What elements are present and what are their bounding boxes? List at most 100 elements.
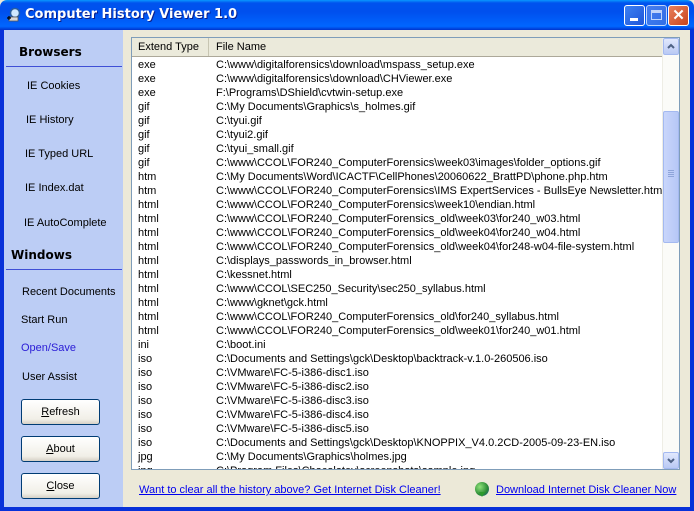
minimize-button[interactable] <box>624 5 645 26</box>
sidebar-item-ie-history[interactable]: IE History <box>26 114 74 126</box>
table-row[interactable]: gif C:\My Documents\Graphics\s_holmes.gif <box>132 100 662 114</box>
window-frame-right <box>690 30 694 511</box>
cell-extend-type: jpg <box>138 451 153 463</box>
title-bar[interactable]: Computer History Viewer 1.0 ✕ <box>0 0 694 30</box>
cell-extend-type: html <box>138 269 159 281</box>
sidebar-item-start-run[interactable]: Start Run <box>21 314 67 326</box>
cell-extend-type: html <box>138 297 159 309</box>
list-header: Extend Type File Name <box>132 38 662 57</box>
clear-history-link[interactable]: Want to clear all the history above? Get… <box>139 484 441 496</box>
table-row[interactable]: iso C:\VMware\FC-5-i386-disc2.iso <box>132 380 662 394</box>
column-header-file-name[interactable]: File Name <box>210 38 662 56</box>
table-row[interactable]: gif C:\tyui.gif <box>132 114 662 128</box>
table-row[interactable]: ini C:\boot.ini <box>132 338 662 352</box>
table-row[interactable]: html C:\www\CCOL\FOR240_ComputerForensics… <box>132 226 662 240</box>
cell-extend-type: exe <box>138 73 156 85</box>
table-row[interactable]: htm C:\www\CCOL\FOR240_ComputerForensics\… <box>132 184 662 198</box>
sidebar-item-user-assist[interactable]: User Assist <box>22 371 77 383</box>
history-list[interactable]: Extend Type File Name exe C:\www\digitalf… <box>131 37 680 470</box>
window-title: Computer History Viewer 1.0 <box>25 7 238 22</box>
table-row[interactable]: html C:\www\CCOL\FOR240_ComputerForensics… <box>132 240 662 254</box>
download-cleaner-link[interactable]: Download Internet Disk Cleaner Now <box>496 484 676 496</box>
cell-file-name: C:\My Documents\Graphics\holmes.jpg <box>216 451 407 463</box>
table-row[interactable]: html C:\displays_passwords_in_browser.htm… <box>132 254 662 268</box>
maximize-icon <box>651 10 662 20</box>
about-button[interactable]: About <box>21 436 100 462</box>
sidebar-item-ie-cookies[interactable]: IE Cookies <box>27 80 80 92</box>
cell-extend-type: html <box>138 227 159 239</box>
refresh-accel: R <box>41 406 50 418</box>
cell-extend-type: iso <box>138 409 153 421</box>
table-row[interactable]: iso C:\Documents and Settings\gck\Desktop… <box>132 352 662 366</box>
close-button[interactable]: Close <box>21 473 100 499</box>
cell-file-name: C:\www\CCOL\FOR240_ComputerForensics\wee… <box>216 157 601 169</box>
sidebar-item-ie-index-dat[interactable]: IE Index.dat <box>25 182 84 194</box>
table-row[interactable]: iso C:\VMware\FC-5-i386-disc4.iso <box>132 408 662 422</box>
table-row[interactable]: html C:\kessnet.html <box>132 268 662 282</box>
cell-extend-type: iso <box>138 381 153 393</box>
cell-file-name: C:\VMware\FC-5-i386-disc1.iso <box>216 367 369 379</box>
close-icon: ✕ <box>672 7 685 24</box>
magnifier-app-icon <box>7 7 21 22</box>
sidebar: Browsers IE Cookies IE History IE Typed … <box>4 30 123 507</box>
cell-extend-type: gif <box>138 115 150 127</box>
cell-extend-type: iso <box>138 353 153 365</box>
table-row[interactable]: iso C:\VMware\FC-5-i386-disc5.iso <box>132 422 662 436</box>
download-arrow-icon <box>479 492 485 497</box>
table-row[interactable]: html C:\www\CCOL\FOR240_ComputerForensics… <box>132 212 662 226</box>
cell-extend-type: html <box>138 255 159 267</box>
table-row[interactable]: gif C:\tyui_small.gif <box>132 142 662 156</box>
app-window: Computer History Viewer 1.0 ✕ Browsers I… <box>0 0 694 511</box>
table-row[interactable]: jpg C:\My Documents\Graphics\holmes.jpg <box>132 450 662 464</box>
table-row[interactable]: exe C:\www\digitalforensics\download\mspa… <box>132 58 662 72</box>
cell-file-name: C:\www\gknet\gck.html <box>216 297 328 309</box>
vertical-scrollbar[interactable] <box>662 38 679 469</box>
table-row[interactable]: html C:\www\CCOL\SEC250_Security\sec250_s… <box>132 282 662 296</box>
cell-file-name: C:\www\CCOL\FOR240_ComputerForensics_old… <box>216 241 635 253</box>
sidebar-item-ie-typed-url[interactable]: IE Typed URL <box>25 148 93 160</box>
sidebar-item-recent-documents[interactable]: Recent Documents <box>22 286 116 298</box>
sidebar-item-open-save[interactable]: Open/Save <box>21 342 76 354</box>
cell-extend-type: htm <box>138 171 157 183</box>
cell-file-name: C:\My Documents\Word\ICACTF\CellPhones\2… <box>216 171 608 183</box>
chevron-down-icon <box>667 458 675 464</box>
cell-file-name: C:\VMware\FC-5-i386-disc4.iso <box>216 409 369 421</box>
table-row[interactable]: gif C:\tyui2.gif <box>132 128 662 142</box>
cell-file-name: C:\www\CCOL\FOR240_ComputerForensics\IMS… <box>216 185 663 197</box>
table-row[interactable]: iso C:\Documents and Settings\gck\Desktop… <box>132 436 662 450</box>
maximize-button[interactable] <box>646 5 667 26</box>
table-row[interactable]: htm C:\My Documents\Word\ICACTF\CellPhone… <box>132 170 662 184</box>
sidebar-item-ie-autocomplete[interactable]: IE AutoComplete <box>24 217 107 229</box>
cell-extend-type: html <box>138 325 159 337</box>
cell-extend-type: gif <box>138 129 150 141</box>
cell-extend-type: iso <box>138 367 153 379</box>
table-row[interactable]: html C:\www\CCOL\FOR240_ComputerForensics… <box>132 324 662 338</box>
table-row[interactable]: html C:\www\CCOL\FOR240_ComputerForensics… <box>132 198 662 212</box>
table-row[interactable]: html C:\www\gknet\gck.html <box>132 296 662 310</box>
scroll-up-button[interactable] <box>663 38 679 55</box>
table-row[interactable]: gif C:\www\CCOL\FOR240_ComputerForensics\… <box>132 156 662 170</box>
cell-file-name: F:\Programs\DShield\cvtwin-setup.exe <box>216 87 404 99</box>
table-row[interactable]: iso C:\VMware\FC-5-i386-disc1.iso <box>132 366 662 380</box>
refresh-button[interactable]: Refresh <box>21 399 100 425</box>
table-row[interactable]: iso C:\VMware\FC-5-i386-disc3.iso <box>132 394 662 408</box>
divider <box>6 269 122 270</box>
cell-file-name: C:\boot.ini <box>216 339 266 351</box>
cell-extend-type: ini <box>138 339 150 351</box>
table-row[interactable]: jpg C:\Program Files\Chocolatey\screensho… <box>132 464 662 469</box>
list-rows: exe C:\www\digitalforensics\download\mspa… <box>132 58 662 469</box>
cell-file-name: C:\Documents and Settings\gck\Desktop\ba… <box>216 353 548 365</box>
table-row[interactable]: html C:\www\CCOL\FOR240_ComputerForensics… <box>132 310 662 324</box>
column-header-extend-type[interactable]: Extend Type <box>132 38 209 56</box>
cell-extend-type: iso <box>138 423 153 435</box>
cell-file-name: C:\Program Files\Chocolatey\screenshots\… <box>216 464 475 469</box>
cell-extend-type: html <box>138 213 159 225</box>
scroll-down-button[interactable] <box>663 452 679 469</box>
window-frame-bottom <box>0 507 694 511</box>
scroll-thumb[interactable] <box>663 111 679 243</box>
table-row[interactable]: exe C:\www\digitalforensics\download\CHVi… <box>132 72 662 86</box>
cell-file-name: C:\www\CCOL\FOR240_ComputerForensics_old… <box>216 311 559 323</box>
cell-extend-type: gif <box>138 157 150 169</box>
close-window-button[interactable]: ✕ <box>668 5 689 26</box>
table-row[interactable]: exe F:\Programs\DShield\cvtwin-setup.exe <box>132 86 662 100</box>
